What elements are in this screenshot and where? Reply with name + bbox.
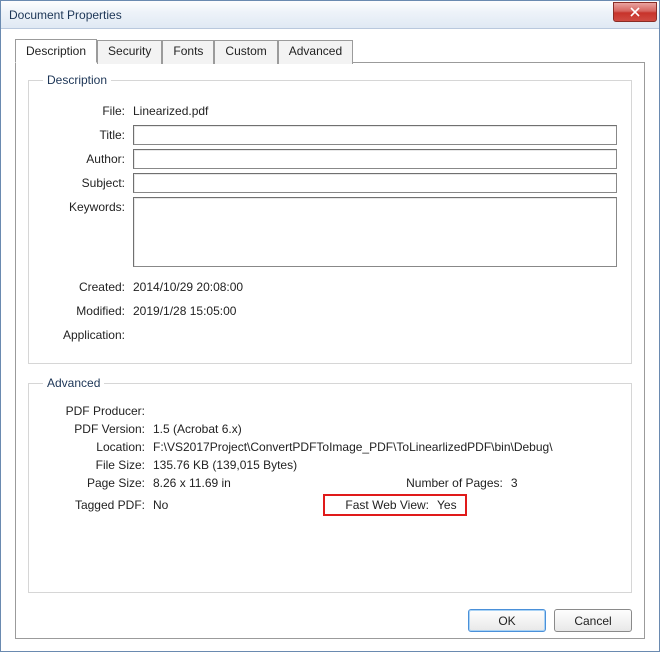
cancel-button[interactable]: Cancel	[554, 609, 632, 632]
label-pdf-producer: PDF Producer:	[43, 404, 153, 418]
row-page-size: Page Size: 8.26 x 11.69 in Number of Pag…	[43, 476, 617, 490]
group-advanced-legend: Advanced	[43, 376, 104, 390]
window-title: Document Properties	[9, 8, 122, 22]
label-number-of-pages: Number of Pages:	[391, 476, 511, 490]
row-pdf-producer: PDF Producer:	[43, 404, 617, 418]
close-button[interactable]	[613, 2, 657, 22]
label-keywords: Keywords:	[43, 197, 133, 214]
label-application: Application:	[43, 328, 133, 342]
label-file: File:	[43, 104, 133, 118]
tab-fonts[interactable]: Fonts	[162, 40, 214, 64]
value-file-size: 135.76 KB (139,015 Bytes)	[153, 458, 297, 472]
group-description: Description File: Linearized.pdf Title: …	[28, 73, 632, 364]
label-created: Created:	[43, 280, 133, 294]
label-pdf-version: PDF Version:	[43, 422, 153, 436]
titlebar: Document Properties	[1, 1, 659, 29]
value-created: 2014/10/29 20:08:00	[133, 280, 243, 294]
pair-number-of-pages: Number of Pages: 3	[391, 476, 518, 490]
label-file-size: File Size:	[43, 458, 153, 472]
group-description-legend: Description	[43, 73, 111, 87]
tab-custom[interactable]: Custom	[214, 40, 277, 64]
label-location: Location:	[43, 440, 153, 454]
label-author: Author:	[43, 152, 133, 166]
tab-strip: Description Security Fonts Custom Advanc…	[15, 39, 645, 63]
tab-security[interactable]: Security	[97, 40, 162, 64]
value-file: Linearized.pdf	[133, 104, 208, 118]
row-application: Application:	[43, 325, 617, 345]
row-subject: Subject:	[43, 173, 617, 193]
value-tagged-pdf: No	[153, 498, 183, 512]
highlight-fast-web-view: Fast Web View: Yes	[323, 494, 467, 516]
value-fast-web-view: Yes	[437, 498, 457, 512]
row-author: Author:	[43, 149, 617, 169]
value-page-size: 8.26 x 11.69 in	[153, 476, 231, 490]
row-pdf-version: PDF Version: 1.5 (Acrobat 6.x)	[43, 422, 617, 436]
input-title[interactable]	[133, 125, 617, 145]
input-subject[interactable]	[133, 173, 617, 193]
group-advanced: Advanced PDF Producer: PDF Version: 1.5 …	[28, 376, 632, 593]
row-keywords: Keywords:	[43, 197, 617, 267]
input-keywords[interactable]	[133, 197, 617, 267]
label-modified: Modified:	[43, 304, 133, 318]
label-fast-web-view: Fast Web View:	[327, 498, 437, 512]
dialog-footer: OK Cancel	[28, 599, 632, 632]
row-tagged-pdf: Tagged PDF: No Fast Web View: Yes	[43, 494, 617, 516]
dialog-window: Document Properties Description Security…	[0, 0, 660, 652]
value-number-of-pages: 3	[511, 476, 518, 490]
row-title: Title:	[43, 125, 617, 145]
label-page-size: Page Size:	[43, 476, 153, 490]
value-location: F:\VS2017Project\ConvertPDFToImage_PDF\T…	[153, 440, 553, 454]
label-subject: Subject:	[43, 176, 133, 190]
value-pdf-version: 1.5 (Acrobat 6.x)	[153, 422, 242, 436]
close-icon	[630, 7, 640, 17]
row-location: Location: F:\VS2017Project\ConvertPDFToI…	[43, 440, 617, 454]
tab-advanced[interactable]: Advanced	[278, 40, 353, 64]
tab-description[interactable]: Description	[15, 39, 97, 63]
tab-panel: Description File: Linearized.pdf Title: …	[15, 62, 645, 639]
value-modified: 2019/1/28 15:05:00	[133, 304, 236, 318]
label-title: Title:	[43, 128, 133, 142]
row-file-size: File Size: 135.76 KB (139,015 Bytes)	[43, 458, 617, 472]
input-author[interactable]	[133, 149, 617, 169]
content-area: Description Security Fonts Custom Advanc…	[1, 29, 659, 651]
row-file: File: Linearized.pdf	[43, 101, 617, 121]
ok-button[interactable]: OK	[468, 609, 546, 632]
label-tagged-pdf: Tagged PDF:	[43, 498, 153, 512]
row-created: Created: 2014/10/29 20:08:00	[43, 277, 617, 297]
row-modified: Modified: 2019/1/28 15:05:00	[43, 301, 617, 321]
